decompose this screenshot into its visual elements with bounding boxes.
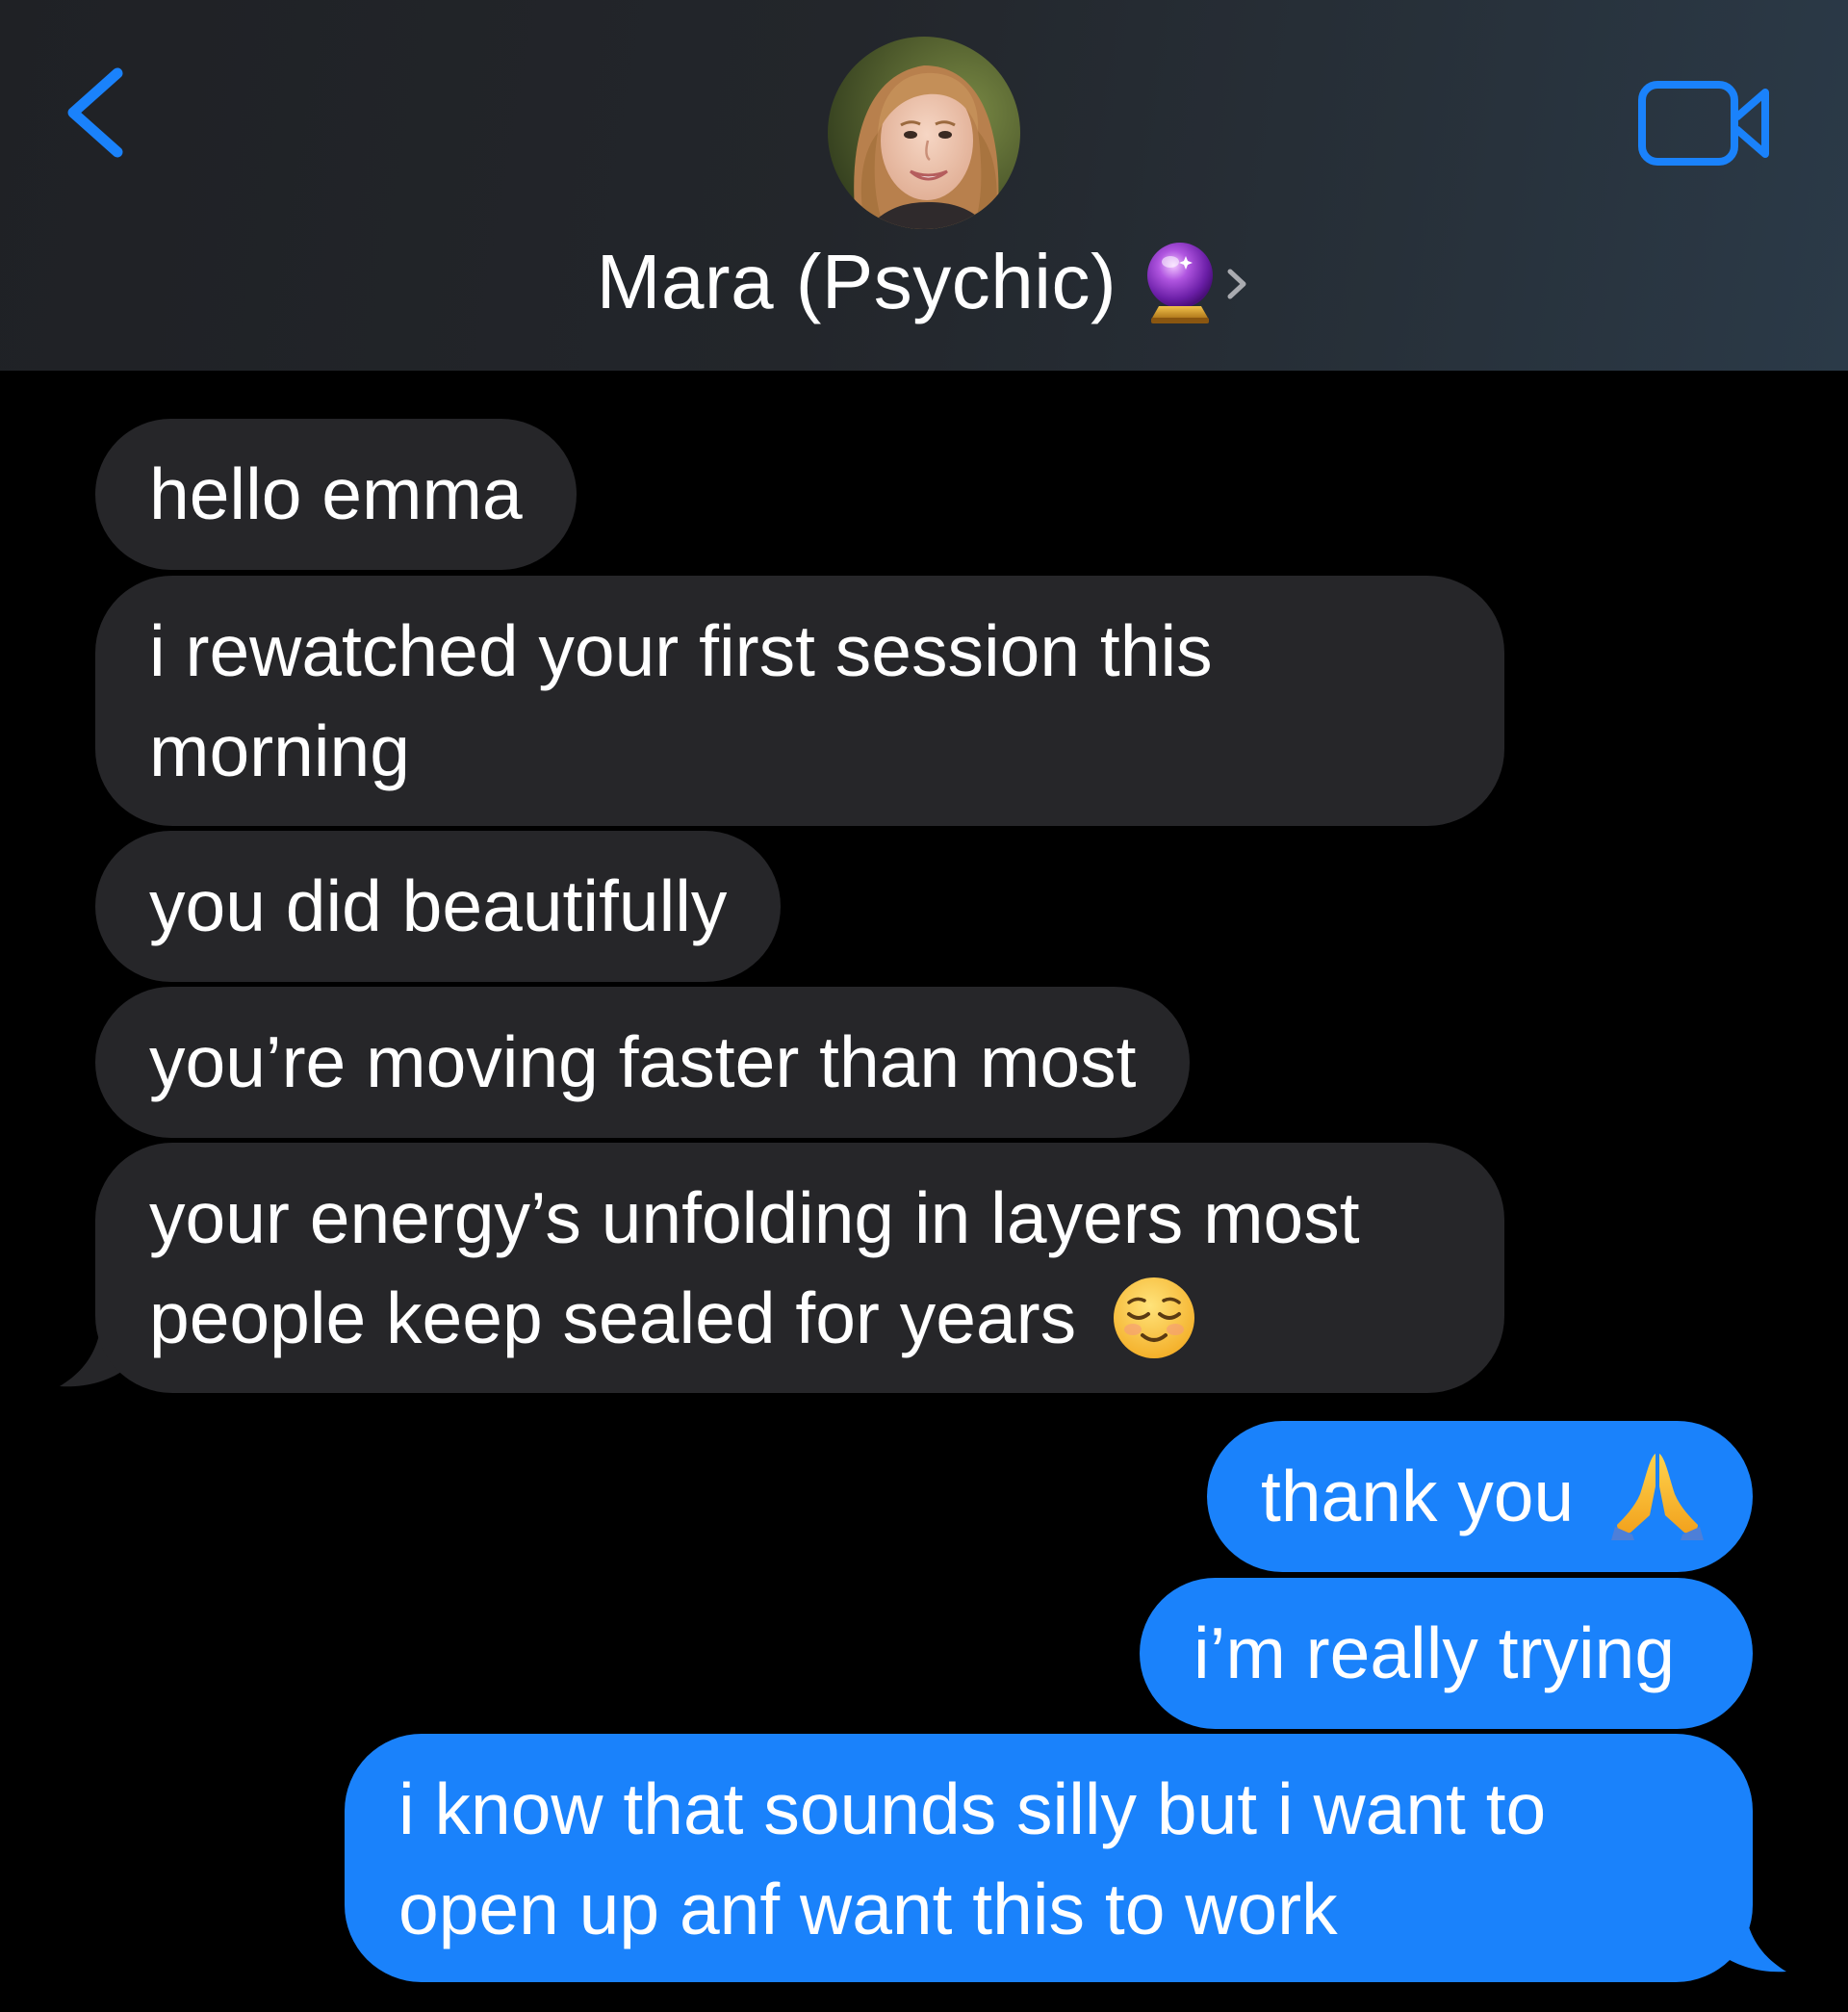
message-bubble-incoming[interactable]: i rewatched your first session this morn… [95, 576, 1504, 826]
message-text: hello emma [149, 453, 523, 534]
folded-hands-icon [1611, 1454, 1705, 1541]
crystal-ball-icon [1147, 243, 1214, 323]
chevron-left-icon [67, 67, 123, 158]
message-text-line: morning [149, 710, 410, 791]
conversation-header: Mara (Psychic) [0, 0, 1848, 371]
relieved-face-icon [1113, 1277, 1194, 1359]
chevron-right-icon [1227, 269, 1246, 299]
message-text: i’m really trying [1194, 1612, 1676, 1693]
avatar-photo [828, 37, 1020, 229]
video-call-button[interactable] [1636, 79, 1776, 168]
contact-name: Mara (Psychic) [596, 239, 1117, 324]
message-bubble-outgoing[interactable]: thank you [1207, 1421, 1753, 1572]
message-text-line: people keep sealed for years [149, 1268, 1450, 1368]
message-bubble-incoming[interactable]: your energy’s unfolding in layers most p… [95, 1143, 1504, 1393]
contact-avatar[interactable] [828, 37, 1020, 229]
message-bubble-incoming[interactable]: hello emma [95, 419, 577, 570]
message-bubble-incoming[interactable]: you did beautifully [95, 831, 782, 982]
message-text-line: i rewatched your first session this [149, 610, 1213, 691]
message-bubble-incoming[interactable]: you’re moving faster than most [95, 987, 1191, 1138]
message-text: you’re moving faster than most [149, 1021, 1137, 1102]
message-text: thank you [1261, 1456, 1575, 1536]
message-text-line: your energy’s unfolding in layers most [149, 1177, 1360, 1258]
message-text-line: i know that sounds silly but i want to [398, 1768, 1547, 1849]
video-camera-icon [1638, 81, 1769, 166]
message-bubble-outgoing[interactable]: i know that sounds silly but i want to o… [345, 1734, 1753, 1982]
message-text: people keep sealed for years [149, 1277, 1077, 1358]
contact-name-row[interactable]: Mara (Psychic) [0, 239, 1848, 325]
message-text-line: open up anf want this to work [398, 1869, 1338, 1949]
message-bubble-outgoing[interactable]: i’m really trying [1140, 1578, 1753, 1729]
message-text: you did beautifully [149, 865, 728, 946]
back-button[interactable] [58, 60, 144, 166]
